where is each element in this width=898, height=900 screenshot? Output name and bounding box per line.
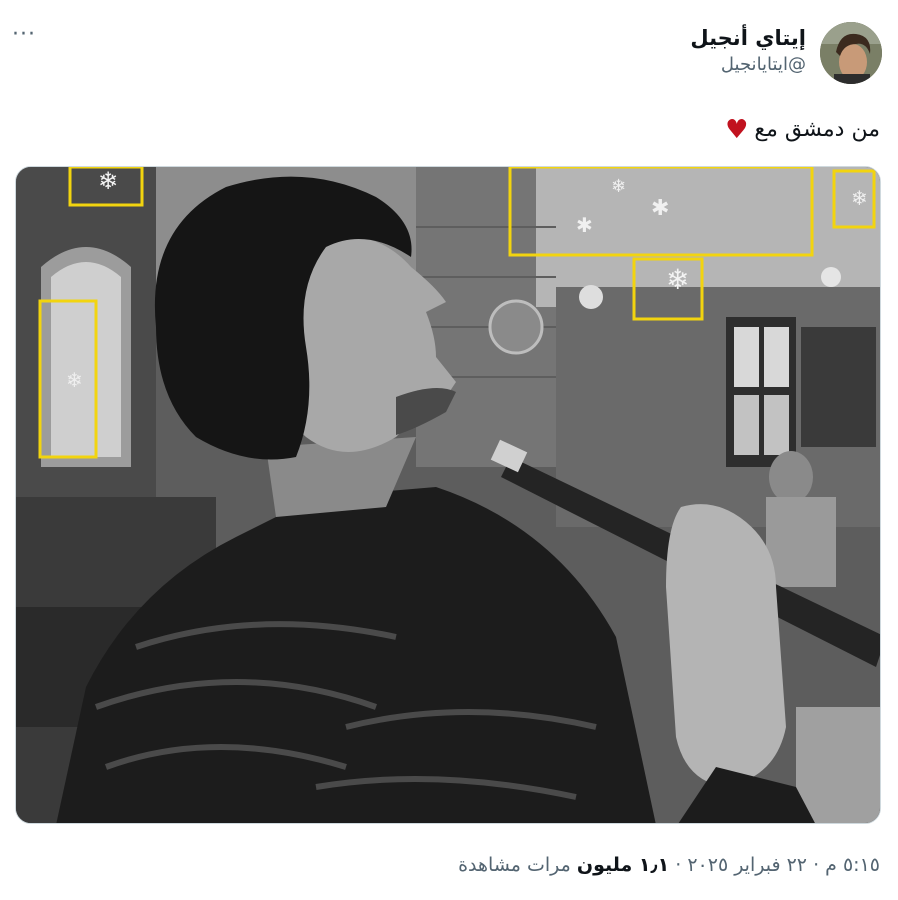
meta-separator: · [813,854,820,876]
tweet-photo[interactable]: ❄ ❄ ✱ ✱ ❄ ❄ ❄ [15,166,881,824]
svg-text:❄: ❄ [666,263,689,296]
views-count: ١٫١ مليون [576,854,670,876]
svg-text:✱: ✱ [576,213,593,237]
svg-text:❄: ❄ [851,186,868,210]
tweet: ··· إيتاي أنجيل @ايتايانجيل من دمشق مع ♥ [0,0,898,900]
display-name[interactable]: إيتاي أنجيل [690,24,806,52]
tweet-date[interactable]: ٢٢ فبراير ٢٠٢٥ [687,854,807,876]
heart-icon: ♥ [725,115,749,145]
views-label: مرات مشاهدة [458,854,571,876]
author-info: إيتاي أنجيل @ايتايانجيل [690,24,806,78]
avatar[interactable] [820,22,882,84]
svg-text:✱: ✱ [651,196,669,221]
tweet-time[interactable]: ٥:١٥ م [825,854,880,876]
svg-text:❄: ❄ [66,368,83,392]
photo-scene: ❄ ❄ ✱ ✱ ❄ ❄ ❄ [16,167,880,823]
user-handle[interactable]: @ايتايانجيل [690,52,806,78]
tweet-meta: ٥:١٥ م · ٢٢ فبراير ٢٠٢٥ · ١٫١ مليون مرات… [458,850,880,880]
svg-text:❄: ❄ [611,176,626,197]
more-options-icon[interactable]: ··· [12,20,52,50]
meta-separator: · [675,854,682,876]
tweet-text-content: من دمشق مع [754,117,880,142]
svg-text:❄: ❄ [98,167,118,195]
tweet-text: من دمشق مع ♥ [725,112,880,148]
